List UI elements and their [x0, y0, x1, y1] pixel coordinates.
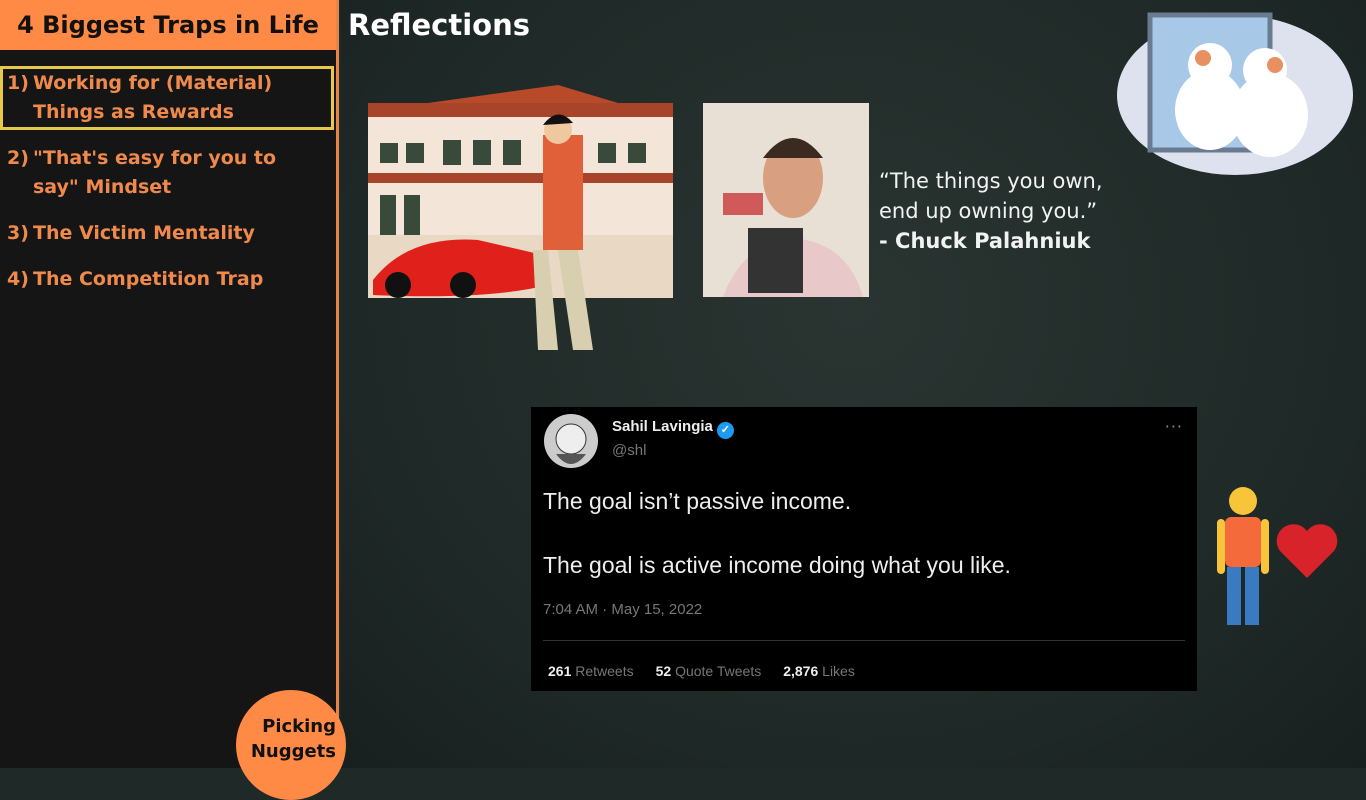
sidebar-item-3[interactable]: 3) The Victim Mentality [7, 219, 255, 248]
quote: “The things you own, end up owning you.”… [879, 166, 1103, 256]
item-label: The Victim Mentality [33, 222, 255, 244]
item-number: 4) [7, 268, 29, 290]
quote-author: - Chuck Palahniuk [879, 229, 1091, 253]
retweets-stat[interactable]: 261 Retweets [548, 663, 634, 679]
author-name: Sahil Lavingia [612, 418, 713, 435]
quote-line: “The things you own, [879, 169, 1103, 193]
quote-line: end up owning you.” [879, 199, 1098, 223]
item-label: The Competition Trap [33, 268, 264, 290]
cats-window-illustration [1117, 12, 1353, 175]
sidebar: 4 Biggest Traps in Life 1) Working for (M… [0, 0, 346, 800]
stat-label: Quote Tweets [675, 663, 762, 679]
person-heart-icon [1217, 487, 1338, 625]
tweet-card: Sahil Lavingia ✓ @shl ··· The goal isn’t … [531, 407, 1197, 691]
chuck-palahniuk-photo [703, 103, 869, 297]
page-title: Reflections [348, 8, 530, 42]
sidebar-title: 4 Biggest Traps in Life [0, 0, 336, 50]
quote-tweets-stat[interactable]: 52 Quote Tweets [656, 663, 762, 679]
mansion-car-illustration [368, 85, 673, 350]
sidebar-item-4[interactable]: 4) The Competition Trap [7, 265, 263, 294]
picking-nuggets-logo: Picking Nuggets [236, 690, 346, 800]
stat-count: 2,876 [783, 663, 819, 679]
stat-label: Retweets [575, 663, 634, 679]
stat-count: 261 [548, 663, 572, 679]
more-options-icon[interactable]: ··· [1165, 417, 1183, 436]
tweet-timestamp[interactable]: 7:04 AM · May 15, 2022 [543, 601, 702, 618]
likes-stat[interactable]: 2,876 Likes [783, 663, 855, 679]
divider [543, 640, 1185, 641]
item-label: Working for (Material) Things as Rewards [33, 72, 273, 123]
tweet-author-name[interactable]: Sahil Lavingia ✓ [612, 418, 734, 439]
tweet-handle[interactable]: @shl [612, 442, 646, 459]
tweet-stats: 261 Retweets 52 Quote Tweets 2,876 Likes [548, 663, 855, 679]
avatar[interactable] [544, 414, 598, 468]
tweet-text-line: The goal is active income doing what you… [543, 552, 1011, 578]
tweet-text-line: The goal isn’t passive income. [543, 488, 852, 514]
verified-badge-icon: ✓ [716, 422, 734, 439]
item-number: 2) [7, 147, 29, 169]
stat-label: Likes [822, 663, 855, 679]
sidebar-item-2[interactable]: 2) "That's easy for you to say" Mindset [7, 144, 327, 202]
logo-line: Picking [262, 716, 336, 737]
sidebar-item-1[interactable]: 1) Working for (Material) Things as Rewar… [0, 66, 334, 130]
item-number: 1) [7, 72, 29, 94]
item-label: "That's easy for you to say" Mindset [33, 147, 277, 198]
item-number: 3) [7, 222, 29, 244]
stat-count: 52 [655, 663, 672, 679]
logo-line: Nuggets [250, 741, 336, 762]
